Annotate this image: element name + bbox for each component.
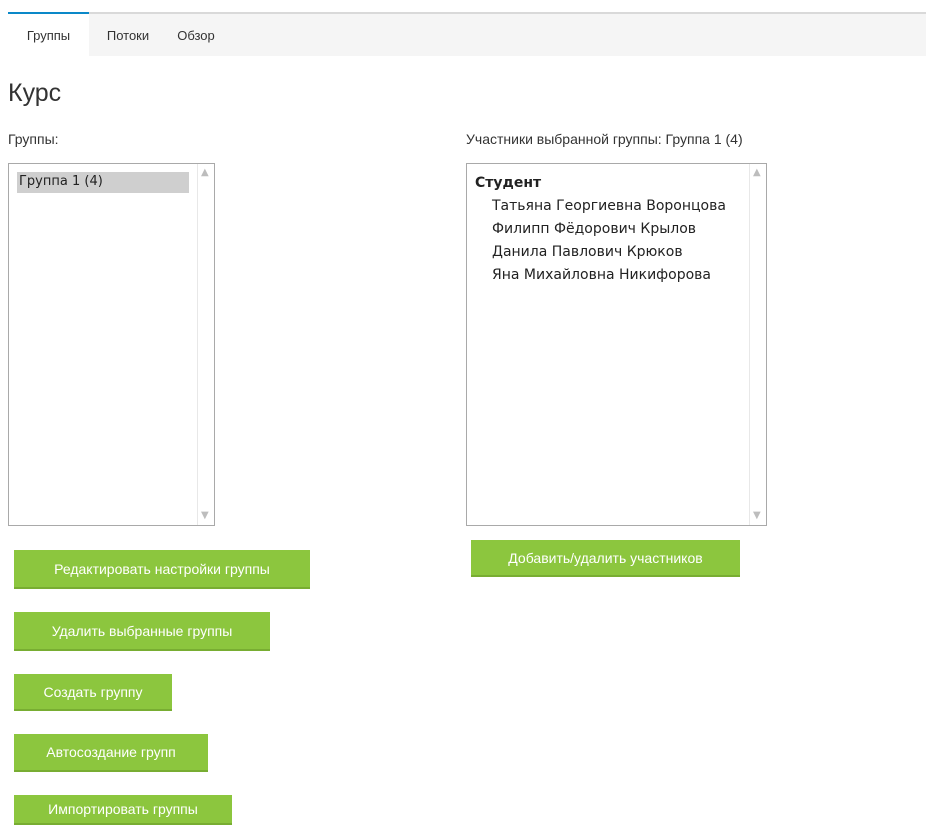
groups-scrollbar[interactable]: ▲ ▼ (197, 164, 214, 525)
groups-label: Группы: (8, 131, 59, 147)
tab-overview[interactable]: Обзор (168, 14, 224, 56)
group-option[interactable]: Группа 1 (4) (17, 172, 189, 193)
scroll-down-icon[interactable]: ▼ (753, 511, 761, 521)
groups-listbox[interactable]: Группа 1 (4) ▲ ▼ (8, 163, 215, 526)
scroll-up-icon[interactable]: ▲ (201, 168, 209, 178)
scroll-down-icon[interactable]: ▼ (201, 511, 209, 521)
delete-selected-groups-button[interactable]: Удалить выбранные группы (14, 612, 270, 651)
tab-streams[interactable]: Потоки (98, 14, 158, 56)
tab-bar: Группы Потоки Обзор (8, 12, 926, 56)
edit-group-settings-button[interactable]: Редактировать настройки группы (14, 550, 310, 589)
role-group-label: Студент (475, 175, 542, 191)
members-listbox[interactable]: Студент Татьяна Георгиевна Воронцова Фил… (466, 163, 767, 526)
auto-create-groups-button[interactable]: Автосоздание групп (14, 734, 208, 772)
members-label: Участники выбранной группы: Группа 1 (4) (466, 131, 743, 147)
member-item[interactable]: Данила Павлович Крюков (492, 244, 683, 260)
scroll-up-icon[interactable]: ▲ (753, 168, 761, 178)
member-item[interactable]: Яна Михайловна Никифорова (492, 267, 711, 283)
member-item[interactable]: Татьяна Георгиевна Воронцова (492, 198, 726, 214)
page-title: Курс (8, 79, 62, 107)
members-scrollbar[interactable]: ▲ ▼ (749, 164, 766, 525)
add-remove-members-button[interactable]: Добавить/удалить участников (471, 540, 740, 577)
tab-groups[interactable]: Группы (8, 12, 89, 56)
member-item[interactable]: Филипп Фёдорович Крылов (492, 221, 696, 237)
create-group-button[interactable]: Создать группу (14, 674, 172, 711)
import-groups-button[interactable]: Импортировать группы (14, 795, 232, 825)
